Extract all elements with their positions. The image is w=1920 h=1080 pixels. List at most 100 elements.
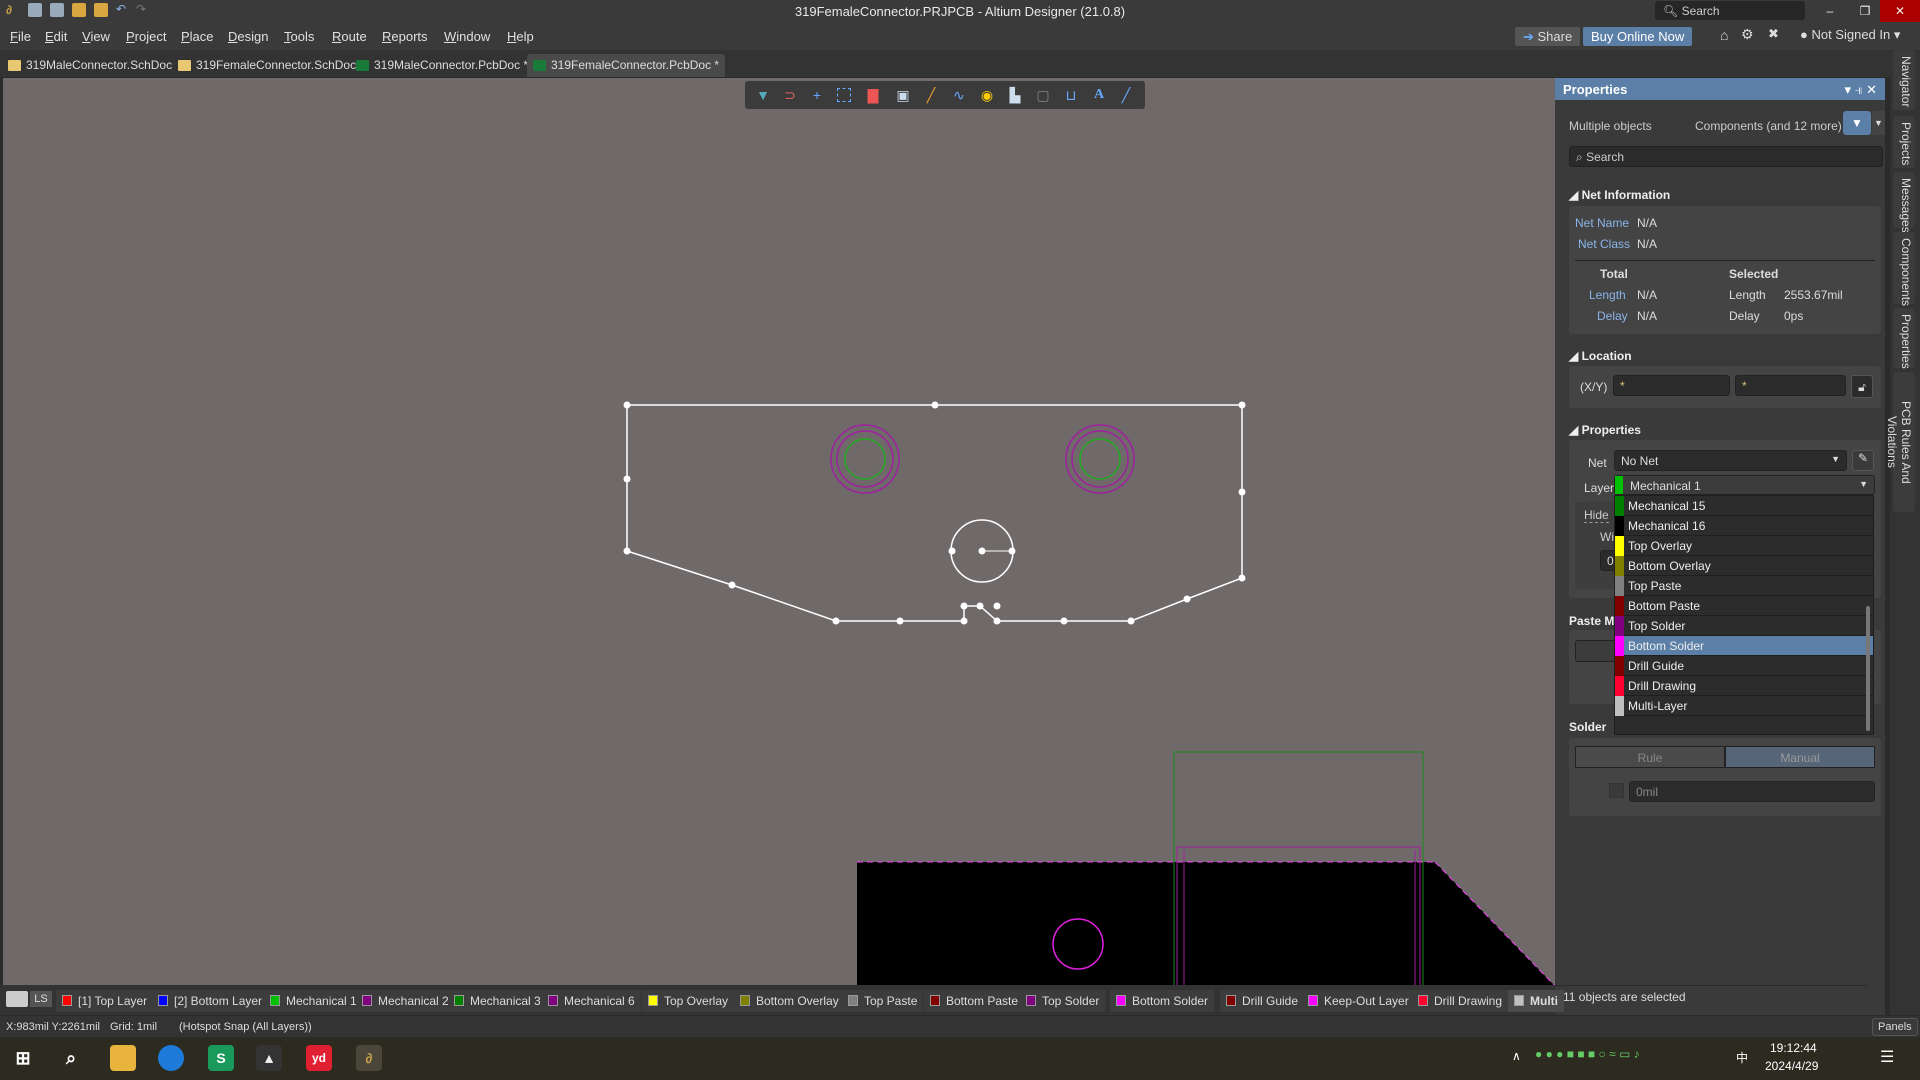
- polygon-icon[interactable]: ▙: [1007, 87, 1023, 103]
- layer-option[interactable]: Top Overlay: [1615, 536, 1873, 556]
- select-rect-icon[interactable]: [837, 88, 851, 102]
- interactive-routing-icon[interactable]: ⊃: [782, 87, 798, 103]
- net-select[interactable]: No Net ▼: [1614, 450, 1847, 471]
- inkscape-icon[interactable]: ▲: [256, 1045, 282, 1071]
- menu-place[interactable]: Place: [181, 29, 214, 44]
- eyedropper-icon[interactable]: ✎: [1852, 450, 1874, 471]
- via-icon[interactable]: ◉: [979, 87, 995, 103]
- net-information-header[interactable]: ◢ Net Information: [1569, 188, 1670, 202]
- mounting-hole-right[interactable]: [1065, 424, 1135, 494]
- menu-window[interactable]: Window: [444, 29, 490, 44]
- crosshair-icon[interactable]: +: [809, 87, 825, 103]
- paste-mask-header[interactable]: Paste M: [1569, 614, 1614, 628]
- side-tab-navigator[interactable]: Navigator: [1893, 50, 1915, 110]
- route-icon[interactable]: ╱: [923, 87, 939, 103]
- line-icon[interactable]: ╱: [1118, 87, 1134, 103]
- layer-tab[interactable]: [2] Bottom Layer: [152, 990, 269, 1012]
- layer-tab[interactable]: Bottom Solder: [1110, 990, 1215, 1012]
- menu-edit[interactable]: Edit: [45, 29, 67, 44]
- mounting-hole-left[interactable]: [830, 424, 900, 494]
- layer-option[interactable]: Drill Drawing: [1615, 676, 1873, 696]
- buy-online-button[interactable]: Buy Online Now: [1583, 27, 1693, 46]
- layer-option[interactable]: Drill Guide: [1615, 656, 1873, 676]
- side-tab-messages[interactable]: Messages: [1893, 172, 1915, 233]
- side-tab-properties[interactable]: Properties: [1893, 308, 1915, 369]
- panels-button[interactable]: Panels: [1872, 1018, 1918, 1036]
- layer-option[interactable]: Top Paste: [1615, 576, 1873, 596]
- menu-project[interactable]: Project: [126, 29, 166, 44]
- restore-button[interactable]: ❐: [1845, 0, 1885, 22]
- layer-tab[interactable]: Top Solder: [1020, 990, 1106, 1012]
- minimize-button[interactable]: –: [1810, 0, 1850, 22]
- x-input[interactable]: *: [1613, 375, 1730, 396]
- layer-option[interactable]: Bottom Paste: [1615, 596, 1873, 616]
- filter-dropdown[interactable]: ▼: [1872, 111, 1885, 135]
- close-button[interactable]: ✕: [1880, 0, 1920, 22]
- tab-319maleconnector-schdoc[interactable]: 319MaleConnector.SchDoc: [2, 54, 178, 77]
- gear-icon[interactable]: ⚙: [1741, 26, 1754, 43]
- tab-319femaleconnector-schdoc[interactable]: 319FemaleConnector.SchDoc: [172, 54, 362, 77]
- side-tab-components[interactable]: Components: [1893, 232, 1915, 306]
- layer-set-button[interactable]: LS: [30, 991, 52, 1007]
- windows-start-icon[interactable]: ⊞: [10, 1045, 36, 1071]
- keepout-icon[interactable]: ▢: [1035, 87, 1051, 103]
- solder-mask-header[interactable]: Solder: [1569, 720, 1606, 734]
- layer-option[interactable]: Top Solder: [1615, 616, 1873, 636]
- menu-reports[interactable]: Reports: [382, 29, 428, 44]
- wps-icon[interactable]: S: [208, 1045, 234, 1071]
- layer-option[interactable]: Mechanical 15: [1615, 496, 1873, 516]
- dropdown-scrollbar[interactable]: [1866, 606, 1870, 731]
- filter-button[interactable]: ▼: [1843, 111, 1871, 135]
- hide-toggle[interactable]: Hide: [1584, 508, 1609, 523]
- tab-319maleconnector-pcbdoc[interactable]: 319MaleConnector.PcbDoc *: [350, 54, 534, 77]
- layer-tab[interactable]: Mechanical 6: [542, 990, 641, 1012]
- board-outline[interactable]: [626, 404, 1243, 622]
- search-icon[interactable]: ⌕: [58, 1045, 84, 1071]
- component-icon[interactable]: ▣: [895, 87, 911, 103]
- edge-icon[interactable]: [158, 1045, 184, 1071]
- lock-icon[interactable]: 🔓︎: [1851, 375, 1873, 398]
- layer-tab[interactable]: Drill Guide: [1220, 990, 1305, 1012]
- pcb-canvas[interactable]: [3, 78, 1555, 985]
- align-icon[interactable]: ▇: [865, 87, 881, 103]
- selected-circle[interactable]: [948, 519, 1016, 583]
- expansion-checkbox[interactable]: [1609, 783, 1624, 798]
- filter-icon[interactable]: ▼: [755, 87, 771, 103]
- layer-tab[interactable]: Bottom Overlay: [734, 990, 845, 1012]
- layer-option[interactable]: Bottom Overlay: [1615, 556, 1873, 576]
- selection-handles[interactable]: [623, 401, 1246, 625]
- notifications-off-icon[interactable]: ✖: [1768, 26, 1779, 42]
- layer-tab[interactable]: Mechanical 1: [264, 990, 363, 1012]
- notification-center-icon[interactable]: ☰: [1880, 1047, 1894, 1067]
- menu-view[interactable]: View: [82, 29, 110, 44]
- tab-319femaleconnector-pcbdoc[interactable]: 319FemaleConnector.PcbDoc *: [527, 54, 726, 77]
- menu-design[interactable]: Design: [228, 29, 268, 44]
- layer-tab[interactable]: Mechanical 3: [448, 990, 547, 1012]
- expansion-input[interactable]: 0mil: [1629, 781, 1875, 802]
- text-icon[interactable]: A: [1091, 87, 1107, 103]
- share-button[interactable]: ➔ Share: [1515, 27, 1581, 46]
- side-tab-pcb-rules[interactable]: PCB Rules And Violations: [1885, 372, 1915, 512]
- layer-tab[interactable]: Mechanical 2: [356, 990, 455, 1012]
- layer-option[interactable]: Bottom Solder: [1615, 636, 1873, 656]
- panel-controls[interactable]: ▾ ⫣ ✕: [1845, 82, 1877, 98]
- layer-tab[interactable]: Drill Drawing: [1412, 990, 1509, 1012]
- ime-indicator[interactable]: 中: [1736, 1049, 1748, 1066]
- layer-select[interactable]: Mechanical 1 ▼: [1614, 475, 1875, 495]
- layer-tab[interactable]: [1] Top Layer: [56, 990, 154, 1012]
- layer-option[interactable]: Multi-Layer: [1615, 696, 1873, 716]
- tray-expand-icon[interactable]: ∧: [1512, 1049, 1521, 1063]
- menu-file[interactable]: File: [10, 29, 31, 44]
- layer-color-toggle[interactable]: [6, 991, 28, 1007]
- panel-search-input[interactable]: ⌕ Search: [1569, 146, 1883, 167]
- layer-tab[interactable]: Top Paste: [842, 990, 924, 1012]
- y-input[interactable]: *: [1735, 375, 1846, 396]
- layer-tab[interactable]: Multi: [1508, 990, 1564, 1012]
- dimension-icon[interactable]: ⊔: [1063, 87, 1079, 103]
- layer-tab[interactable]: Keep-Out Layer: [1302, 990, 1415, 1012]
- youdao-icon[interactable]: yd: [306, 1045, 332, 1071]
- location-header[interactable]: ◢ Location: [1569, 349, 1632, 363]
- clock-time[interactable]: 19:12:44: [1770, 1041, 1817, 1055]
- menu-help[interactable]: Help: [507, 29, 534, 44]
- home-icon[interactable]: ⌂: [1720, 27, 1728, 43]
